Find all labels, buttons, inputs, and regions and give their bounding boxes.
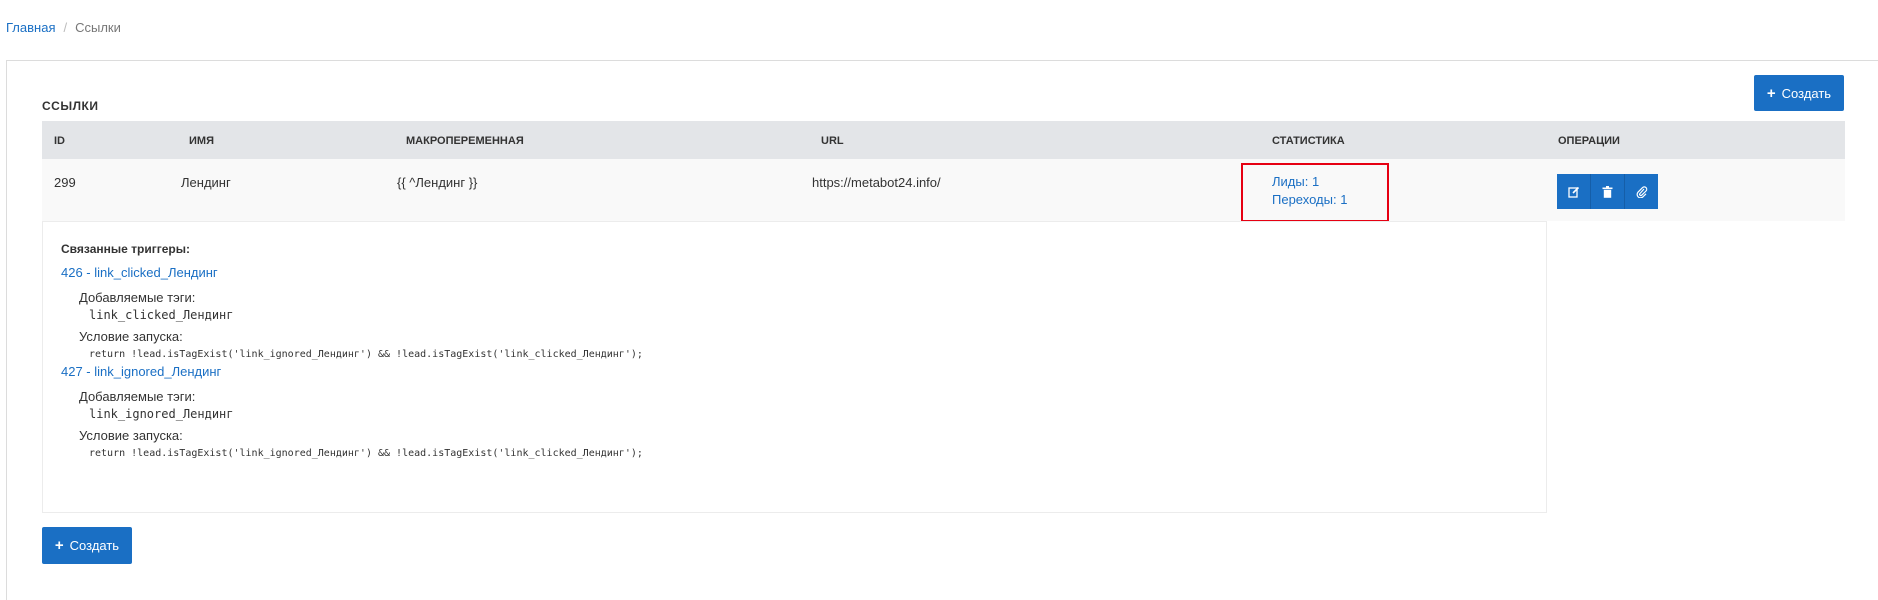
edit-button[interactable] (1557, 174, 1591, 209)
condition-label: Условие запуска: (79, 329, 183, 344)
create-button-label: Создать (1781, 85, 1832, 101)
create-link-button-top[interactable]: + Создать (1754, 75, 1844, 111)
col-header-url: URL (821, 135, 844, 147)
triggers-title: Связанные триггеры: (61, 242, 190, 256)
breadcrumb-home-link[interactable]: Главная (6, 20, 55, 35)
plus-icon: + (54, 537, 64, 554)
trash-icon (1602, 185, 1613, 198)
attach-button[interactable] (1625, 174, 1658, 209)
tags-label: Добавляемые тэги: (79, 290, 196, 305)
col-header-name: ИМЯ (189, 135, 214, 147)
condition-label: Условие запуска: (79, 428, 183, 443)
condition-code: return !lead.isTagExist('link_ignored_Ле… (89, 349, 643, 360)
page-title: ССЫЛКИ (42, 99, 99, 113)
row-details: Связанные триггеры: 426 - link_clicked_Л… (42, 221, 1547, 513)
breadcrumb-current: Ссылки (75, 20, 121, 35)
row-macro: {{ ^Лендинг }} (397, 175, 478, 190)
create-link-button-bottom[interactable]: + Создать (42, 527, 132, 564)
row-name: Лендинг (181, 175, 231, 190)
condition-code: return !lead.isTagExist('link_ignored_Ле… (89, 448, 643, 459)
delete-button[interactable] (1591, 174, 1625, 209)
stats-highlight-box (1241, 163, 1389, 222)
row-operations (1557, 174, 1658, 209)
col-header-id: ID (54, 135, 65, 147)
row-id: 299 (54, 175, 76, 190)
tags-value: link_clicked_Лендинг (89, 308, 234, 322)
row-url-link[interactable]: https://metabot24.info/ (812, 175, 941, 190)
trigger-link[interactable]: 426 - link_clicked_Лендинг (61, 265, 218, 280)
breadcrumb: Главная / Ссылки (6, 20, 121, 35)
plus-icon: + (1766, 84, 1776, 102)
tags-label: Добавляемые тэги: (79, 389, 196, 404)
tags-value: link_ignored_Лендинг (89, 407, 234, 421)
table-header: ID ИМЯ МАКРОПЕРЕМЕННАЯ URL СТАТИСТИКА ОП… (42, 121, 1845, 159)
col-header-stats: СТАТИСТИКА (1272, 135, 1345, 147)
edit-icon (1567, 186, 1579, 198)
col-header-operations: ОПЕРАЦИИ (1558, 135, 1620, 147)
trigger-link[interactable]: 427 - link_ignored_Лендинг (61, 364, 221, 379)
create-button-label: Создать (69, 538, 120, 553)
col-header-macro: МАКРОПЕРЕМЕННАЯ (406, 135, 524, 147)
link-icon (1636, 185, 1647, 198)
breadcrumb-separator: / (63, 20, 68, 35)
